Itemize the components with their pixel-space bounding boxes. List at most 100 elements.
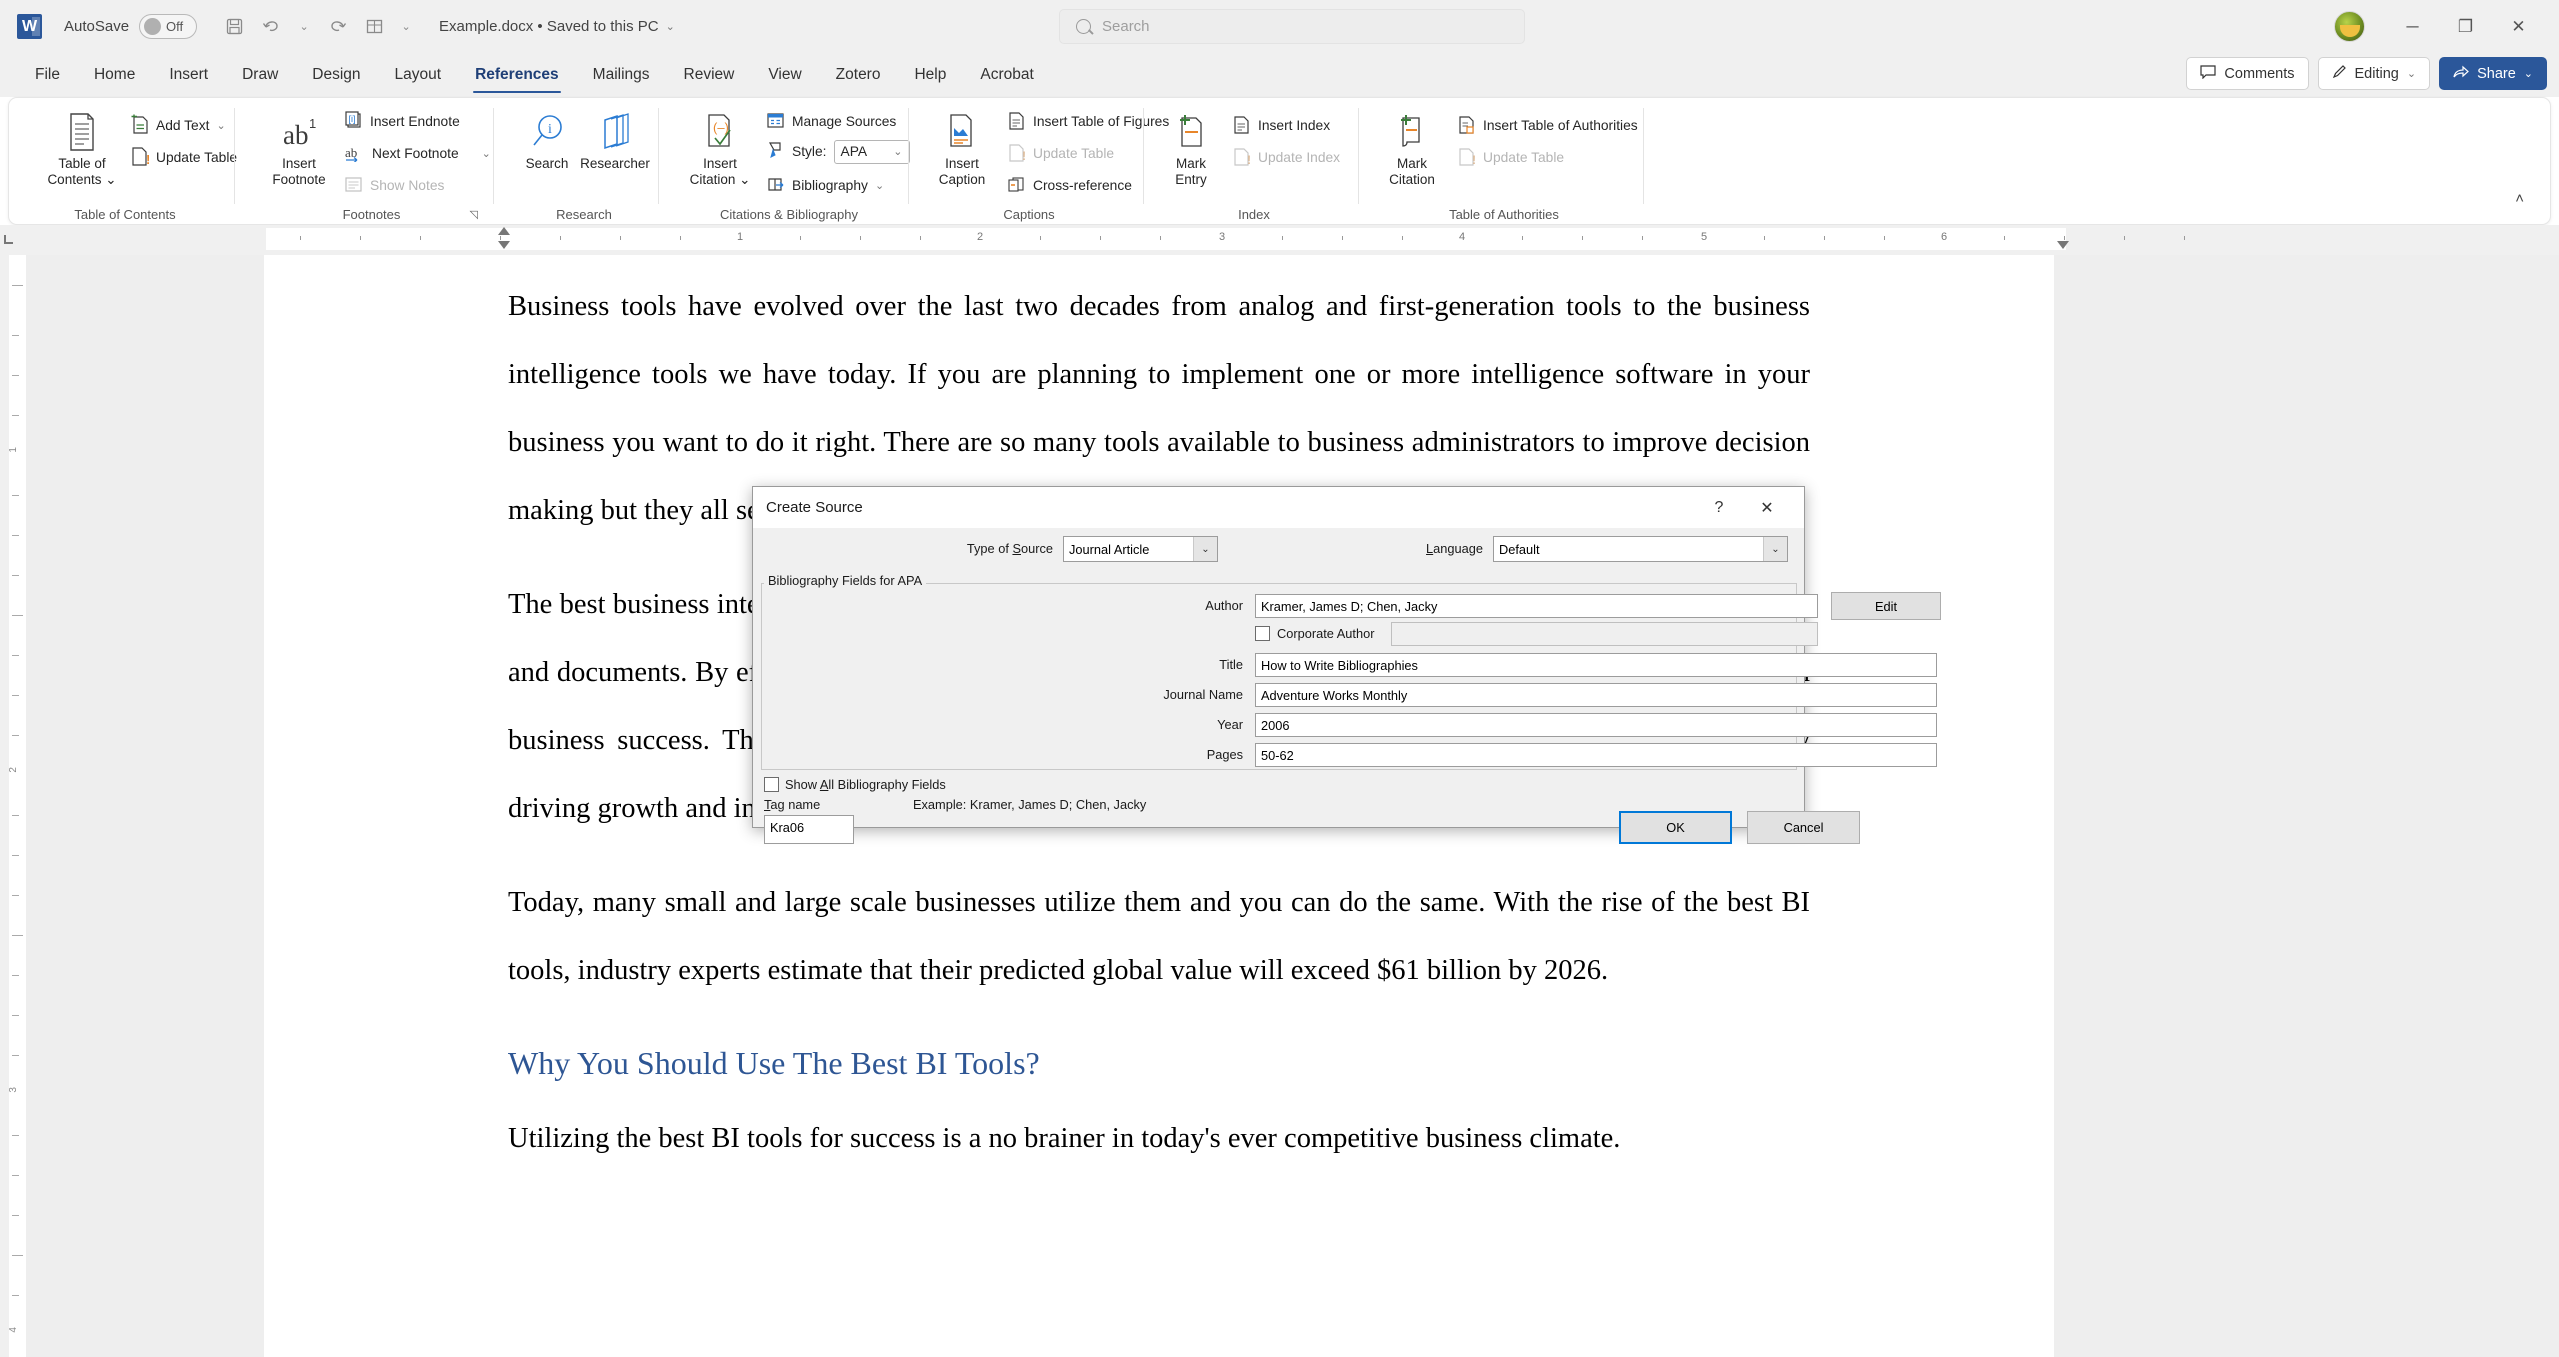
tab-home[interactable]: Home [77, 53, 152, 97]
mark-entry-button[interactable]: Mark Entry [1157, 106, 1225, 192]
vertical-ruler-number-4: 4 [8, 1327, 19, 1333]
corporate-author-input[interactable] [1391, 622, 1818, 646]
close-icon[interactable]: ✕ [1754, 495, 1780, 520]
insert-citation-button[interactable]: (–) Insert Citation ⌄ [677, 106, 763, 192]
chevron-down-icon: ⌄ [481, 148, 491, 160]
insert-endnote-button[interactable]: [i] Insert Endnote [339, 108, 465, 135]
ribbon-group-research: i Search Researcher Research [509, 98, 659, 226]
researcher-button[interactable]: Researcher [575, 106, 655, 176]
undo-dropdown-icon[interactable]: ⌄ [293, 10, 315, 44]
document-heading[interactable]: Why You Should Use The Best BI Tools? [508, 1043, 1810, 1083]
insert-table-of-authorities-button[interactable]: Insert Table of Authorities [1452, 112, 1643, 139]
mark-citation-icon [1395, 110, 1429, 152]
edit-author-button[interactable]: Edit [1831, 592, 1941, 620]
tab-design[interactable]: Design [295, 53, 377, 97]
paragraph-3[interactable]: Today, many small and large scale busine… [508, 869, 1810, 1005]
insert-caption-button[interactable]: Insert Caption [920, 106, 1004, 192]
update-table-icon: ! [1457, 147, 1476, 169]
window-close-button[interactable]: ✕ [2496, 11, 2541, 42]
ribbon-group-citations: (–) Insert Citation ⌄ Manage Sources Sty… [669, 98, 910, 226]
year-input[interactable]: 2006 [1255, 713, 1937, 737]
window-minimize-button[interactable]: ─ [2390, 11, 2435, 42]
tab-review[interactable]: Review [667, 53, 752, 97]
save-icon[interactable] [217, 10, 251, 44]
table-icon[interactable] [357, 10, 391, 44]
type-of-source-select[interactable]: Journal Article ⌄ [1063, 536, 1218, 562]
tab-help[interactable]: Help [897, 53, 963, 97]
autosave-toggle[interactable]: Off [139, 14, 198, 39]
update-table-toc-button[interactable]: ! Update Table [125, 144, 242, 171]
cancel-button[interactable]: Cancel [1747, 811, 1860, 844]
group-separator [1358, 108, 1359, 204]
journal-name-input[interactable]: Adventure Works Monthly [1255, 683, 1937, 707]
add-text-button[interactable]: Add Text ⌄ [125, 112, 231, 139]
tag-name-input[interactable]: Kra06 [764, 815, 854, 844]
avatar[interactable] [2334, 11, 2365, 42]
tab-references[interactable]: References [458, 53, 576, 97]
chevron-down-icon: ⌄ [2523, 68, 2533, 80]
undo-icon[interactable] [255, 10, 289, 44]
tab-acrobat[interactable]: Acrobat [963, 53, 1050, 97]
share-button[interactable]: Share ⌄ [2439, 57, 2547, 90]
bibliography-style-select[interactable]: APA ⌄ [833, 139, 910, 164]
insert-index-button[interactable]: Insert Index [1227, 112, 1335, 139]
title-input[interactable]: How to Write Bibliographies [1255, 653, 1937, 677]
window-restore-button[interactable]: ❐ [2443, 11, 2488, 42]
cross-reference-button[interactable]: Cross-reference [1002, 172, 1137, 199]
editing-mode-button[interactable]: Editing ⌄ [2317, 57, 2431, 90]
hanging-indent-marker[interactable] [498, 241, 510, 249]
chevron-down-icon[interactable]: ⌄ [1763, 537, 1787, 561]
corporate-author-checkbox[interactable] [1255, 626, 1270, 641]
paragraph-4[interactable]: Utilizing the best BI tools for success … [508, 1105, 1810, 1173]
ruler-number-2: 2 [976, 231, 984, 243]
vertical-ruler[interactable]: 1 2 3 4 [0, 255, 26, 1357]
tab-mailings[interactable]: Mailings [576, 53, 667, 97]
update-index-label: Update Index [1258, 150, 1341, 165]
table-of-authorities-icon [1457, 115, 1476, 137]
customize-qat-icon[interactable]: ⌄ [395, 10, 417, 44]
tab-file[interactable]: File [18, 53, 77, 97]
footnotes-dialog-launcher-icon[interactable]: ◹ [470, 208, 478, 221]
dialog-title-bar[interactable]: Create Source ? ✕ [753, 487, 1804, 528]
create-source-dialog[interactable]: Create Source ? ✕ Type of Source Journal… [752, 486, 1941, 844]
word-app-icon[interactable]: W [17, 14, 42, 39]
manage-sources-button[interactable]: Manage Sources [761, 108, 901, 135]
bibliography-button[interactable]: Bibliography ⌄ [761, 172, 889, 199]
tab-insert[interactable]: Insert [152, 53, 225, 97]
language-select[interactable]: Default ⌄ [1493, 536, 1788, 562]
show-all-bibliography-fields-checkbox[interactable] [764, 777, 779, 792]
tab-zotero[interactable]: Zotero [819, 53, 898, 97]
show-all-bibliography-fields-label: Show All Bibliography Fields [785, 777, 946, 792]
tab-layout[interactable]: Layout [378, 53, 459, 97]
tab-draw[interactable]: Draw [225, 53, 295, 97]
bibliography-fields-group-title: Bibliography Fields for APA [764, 573, 927, 588]
comments-button[interactable]: Comments [2186, 57, 2309, 90]
collapse-ribbon-icon[interactable]: ˄ [2515, 190, 2524, 207]
help-icon[interactable]: ? [1706, 495, 1732, 520]
search-ribbon-button[interactable]: i Search [515, 106, 579, 176]
ruler-number-4: 4 [1458, 231, 1466, 243]
mark-citation-button[interactable]: Mark Citation [1372, 106, 1452, 192]
first-line-indent-marker[interactable] [498, 227, 510, 235]
search-input[interactable]: Search [1059, 9, 1525, 44]
tab-view[interactable]: View [751, 53, 818, 97]
table-of-contents-button[interactable]: Table of Contents ⌄ [35, 106, 129, 192]
ruler-number-3: 3 [1218, 231, 1226, 243]
pages-input[interactable]: 50-62 [1255, 743, 1937, 767]
document-title[interactable]: Example.docx • Saved to this PC ⌄ [439, 18, 675, 35]
ok-button[interactable]: OK [1619, 811, 1732, 844]
chevron-down-icon[interactable]: ⌄ [1193, 537, 1217, 561]
ribbon-group-index: Mark Entry Insert Index ! Update Index I… [1149, 98, 1359, 226]
share-icon [2453, 65, 2469, 83]
ruler-number-6: 6 [1940, 231, 1948, 243]
horizontal-ruler[interactable]: 1 2 3 4 5 6 [0, 225, 2559, 255]
insert-footnote-button[interactable]: ab 1 Insert Footnote [257, 106, 341, 192]
next-footnote-button[interactable]: ab Next Footnote ⌄ [339, 140, 496, 167]
redo-icon[interactable] [319, 10, 353, 44]
right-indent-marker[interactable] [2057, 241, 2069, 249]
ribbon: Table of Contents ⌄ Add Text ⌄ ! Update … [8, 97, 2551, 225]
chevron-down-icon: ⌄ [874, 180, 885, 192]
author-input[interactable]: Kramer, James D; Chen, Jacky [1255, 594, 1818, 618]
tab-stop-selector[interactable] [4, 235, 13, 244]
group-label-table-of-contents: Table of Contents [74, 207, 176, 222]
